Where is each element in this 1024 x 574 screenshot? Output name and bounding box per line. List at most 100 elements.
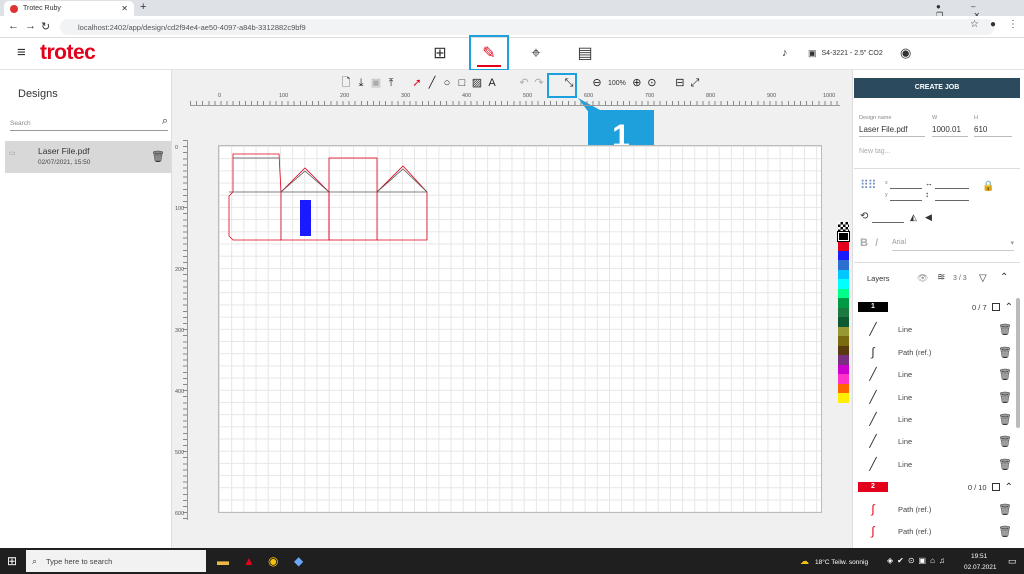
redo-icon[interactable]: ↷: [533, 77, 545, 90]
palette-color[interactable]: [838, 260, 849, 270]
close-tab-icon[interactable]: ✕: [121, 4, 128, 13]
layer-item[interactable]: ╱ Line 🗑: [858, 386, 1013, 408]
delete-icon[interactable]: 🗑: [997, 435, 1013, 448]
layer-item[interactable]: ╱ Line 🗑: [858, 363, 1013, 385]
design-drawing[interactable]: [219, 146, 823, 514]
layer-item[interactable]: ╱ Line 🗑: [858, 318, 1013, 340]
design-canvas[interactable]: [218, 145, 822, 513]
zoom-out-icon[interactable]: ⊖: [591, 77, 603, 90]
acrobat-icon[interactable]: ▲: [243, 554, 255, 568]
palette-checker[interactable]: [838, 222, 849, 232]
export-icon[interactable]: ⤒: [385, 77, 397, 90]
palette-color[interactable]: [838, 298, 849, 308]
delete-icon[interactable]: 🗑: [997, 346, 1013, 359]
delete-icon[interactable]: 🗑: [997, 368, 1013, 381]
design-name-field[interactable]: Laser File.pdf: [859, 125, 925, 137]
palette-color[interactable]: [838, 279, 849, 289]
layer-item[interactable]: ╱ Line 🗑: [858, 430, 1013, 452]
palette-color[interactable]: [838, 326, 849, 336]
transform-icon[interactable]: ⤢: [689, 77, 701, 90]
italic-icon[interactable]: I: [875, 237, 878, 249]
palette-color[interactable]: [838, 307, 849, 317]
height-field[interactable]: 610: [974, 125, 1012, 137]
prepare-mode-icon[interactable]: ⌖: [525, 44, 547, 64]
palette-color[interactable]: [838, 355, 849, 365]
obj-height-field[interactable]: [935, 200, 969, 201]
windows-start-icon[interactable]: ⊞: [7, 554, 17, 568]
url-field[interactable]: localhost:2402/app/design/cd2f94e4-ae50-…: [60, 19, 995, 35]
palette-color[interactable]: [838, 393, 849, 403]
palette-color[interactable]: [838, 288, 849, 298]
profile-icon[interactable]: ●: [990, 19, 996, 30]
chevron-up-icon[interactable]: ⌃: [1005, 302, 1013, 313]
menu-icon[interactable]: ⋮: [1008, 19, 1018, 30]
palette-color[interactable]: [838, 364, 849, 374]
bell-icon[interactable]: ♪: [782, 47, 788, 59]
palette-color-red[interactable]: [838, 241, 849, 251]
ellipse-tool-icon[interactable]: ○: [441, 77, 453, 90]
app-icon[interactable]: ◆: [294, 554, 303, 568]
create-job-button[interactable]: CREATE JOB: [854, 78, 1020, 98]
palette-color[interactable]: [838, 336, 849, 346]
machine-selector[interactable]: ▣ S4-3221 - 2.5" CO2: [808, 48, 883, 59]
zoom-level[interactable]: 100%: [606, 80, 628, 87]
select-tool-icon[interactable]: ➚: [411, 77, 423, 90]
palette-color[interactable]: [838, 345, 849, 355]
text-tool-icon[interactable]: A: [486, 77, 498, 90]
delete-icon[interactable]: 🗑: [997, 458, 1013, 471]
layer-item[interactable]: ∫ Path (ref.) 🗑: [858, 520, 1013, 542]
zoom-selection-icon[interactable]: ⊙: [646, 77, 658, 90]
designs-mode-icon[interactable]: ⊞: [429, 44, 451, 64]
layer-item[interactable]: ∫ Path (ref.) 🗑: [858, 498, 1013, 520]
rotation-field[interactable]: [872, 222, 904, 223]
design-file-item[interactable]: ▭ Laser File.pdf 02/07/2021, 15:50 🗑: [5, 141, 171, 173]
delete-icon[interactable]: 🗑: [997, 323, 1013, 336]
bold-icon[interactable]: B: [860, 237, 868, 249]
width-field[interactable]: 1000.01: [932, 125, 968, 137]
x-field[interactable]: [890, 188, 922, 189]
palette-color[interactable]: [838, 269, 849, 279]
star-icon[interactable]: ☆: [970, 19, 979, 30]
layer-item[interactable]: ╱ Line 🗑: [858, 408, 1013, 430]
forward-icon[interactable]: →: [25, 20, 36, 32]
chrome-icon[interactable]: ◉: [268, 554, 278, 568]
save-icon[interactable]: ▣: [370, 77, 382, 90]
collapse-icon[interactable]: ⌃: [1000, 272, 1008, 283]
rectangle-tool-icon[interactable]: □: [456, 77, 468, 90]
delete-icon[interactable]: 🗑: [997, 525, 1013, 538]
taskbar-search[interactable]: ⌕ Type here to search: [26, 550, 206, 572]
delete-icon[interactable]: 🗑: [997, 503, 1013, 516]
new-file-icon[interactable]: 🗋: [340, 77, 352, 90]
font-select[interactable]: Arial ▾: [892, 239, 1014, 251]
tag-input[interactable]: New tag...: [859, 148, 891, 155]
palette-color[interactable]: [838, 374, 849, 384]
delete-icon[interactable]: 🗑: [997, 413, 1013, 426]
user-icon[interactable]: ◉: [900, 45, 911, 61]
filter-icon[interactable]: ▽: [979, 273, 987, 284]
back-icon[interactable]: ←: [8, 20, 19, 32]
y-field[interactable]: [890, 200, 922, 201]
layer-item[interactable]: ╱ Line 🗑: [858, 453, 1013, 475]
layer-1-checkbox[interactable]: [991, 303, 1000, 311]
palette-color[interactable]: [838, 317, 849, 327]
explorer-icon[interactable]: ▬: [217, 554, 229, 568]
undo-icon[interactable]: ↶: [518, 77, 530, 90]
search-input[interactable]: Search ⌕: [10, 113, 168, 131]
search-icon[interactable]: ⌕: [162, 115, 168, 128]
layer-header-2[interactable]: 2 0 / 10 ⌃: [858, 481, 1013, 493]
tray-icons[interactable]: ◈✔⊙▣⌂♫: [887, 556, 949, 565]
chevron-up-icon[interactable]: ⌃: [1005, 482, 1013, 493]
new-tab-icon[interactable]: +: [140, 1, 146, 13]
palette-color[interactable]: [838, 383, 849, 393]
layer-2-checkbox[interactable]: [991, 483, 1000, 491]
hamburger-icon[interactable]: ≡: [17, 44, 26, 61]
flip-vertical-icon[interactable]: ◀: [925, 212, 932, 223]
lock-ratio-icon[interactable]: 🔒: [982, 181, 994, 192]
reload-icon[interactable]: ↻: [41, 20, 50, 33]
image-tool-icon[interactable]: ▨: [471, 77, 483, 90]
delete-icon[interactable]: 🗑: [997, 391, 1013, 404]
notification-icon[interactable]: ▭: [1008, 556, 1017, 567]
align-icon[interactable]: ⊟: [674, 77, 686, 90]
layer-header-1[interactable]: 1 0 / 7 ⌃: [858, 301, 1013, 313]
palette-color-black[interactable]: [837, 230, 850, 242]
